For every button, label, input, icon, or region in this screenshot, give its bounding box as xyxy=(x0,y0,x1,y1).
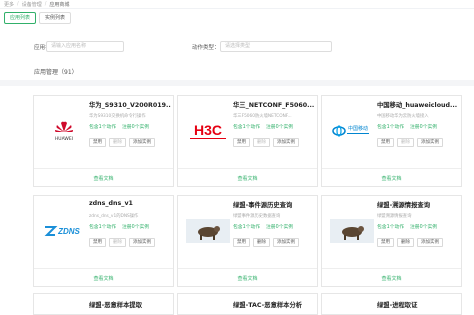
card-title: 华三_NETCONF_F5060... xyxy=(233,102,315,109)
action-count[interactable]: 包含1个动作 xyxy=(89,223,116,230)
add-instance-button[interactable]: 添加实例 xyxy=(129,238,155,247)
view-doc-link[interactable]: 查看文档 xyxy=(178,175,317,182)
app-card[interactable]: 中国移动 中国移动_huaweicloud... 中国移动华为云防火墙接入 包含… xyxy=(321,95,462,187)
disable-button[interactable]: 禁用 xyxy=(233,238,250,247)
add-instance-button[interactable]: 添加实例 xyxy=(417,238,443,247)
zdns-logo: ZDNS xyxy=(42,219,86,243)
card-divider xyxy=(34,168,173,169)
app-card[interactable]: ZDNS zdns_dns_v1 zdns_dns_v1的DNS操作 包含1个动… xyxy=(33,195,174,287)
action-count[interactable]: 包含1个动作 xyxy=(233,123,260,130)
zdns-logo-text: ZDNS xyxy=(57,227,80,236)
breadcrumb-item-device[interactable]: 设备管理 xyxy=(22,1,42,8)
action-count[interactable]: 包含1个动作 xyxy=(233,223,260,230)
card-title: 中国移动_huaweicloud... xyxy=(377,102,458,109)
china-mobile-logo: 中国移动 xyxy=(330,119,374,143)
action-count[interactable]: 包含1个动作 xyxy=(89,123,116,130)
delete-button[interactable]: 删除 xyxy=(397,138,414,147)
view-doc-link[interactable]: 查看文档 xyxy=(34,175,173,182)
delete-button[interactable]: 删除 xyxy=(253,138,270,147)
action-type-label: 动作类型： xyxy=(192,45,220,51)
tab-app-list[interactable]: 应用列表 xyxy=(4,12,37,24)
tab-instance-list[interactable]: 实例列表 xyxy=(39,12,72,24)
huawei-logo: HUAWEI xyxy=(42,119,86,143)
section-title: 应用管理（91） xyxy=(34,69,78,76)
instance-count[interactable]: 注册0个实例 xyxy=(410,223,437,230)
tab-bar: 应用列表 实例列表 xyxy=(4,12,72,24)
h3c-logo-text: H3C xyxy=(194,122,222,138)
delete-button[interactable]: 删除 xyxy=(109,238,126,247)
action-count[interactable]: 包含1个动作 xyxy=(377,223,404,230)
instance-count[interactable]: 注册0个实例 xyxy=(410,123,437,130)
card-divider xyxy=(178,268,317,269)
app-card[interactable]: 绿盟-TAC-恶意样本分析 xyxy=(177,293,318,315)
view-doc-link[interactable]: 查看文档 xyxy=(322,275,461,282)
card-desc: 中国移动华为云防火墙接入 xyxy=(377,114,429,119)
view-doc-link[interactable]: 查看文档 xyxy=(178,275,317,282)
breadcrumb-separator: / xyxy=(44,1,47,7)
delete-button[interactable]: 删除 xyxy=(397,238,414,247)
app-card[interactable]: 绿盟-进程取证 xyxy=(321,293,462,315)
view-doc-link[interactable]: 查看文档 xyxy=(34,275,173,282)
disable-button[interactable]: 禁用 xyxy=(89,138,106,147)
card-divider xyxy=(322,268,461,269)
card-title: 绿盟-恶意样本提取 xyxy=(89,302,142,309)
instance-count[interactable]: 注册0个实例 xyxy=(122,223,149,230)
disable-button[interactable]: 禁用 xyxy=(89,238,106,247)
card-divider xyxy=(34,268,173,269)
breadcrumb-separator: / xyxy=(17,1,19,7)
app-name-input[interactable]: 请输入应用名称 xyxy=(46,41,124,52)
app-card[interactable]: 绿盟-恶意样本提取 xyxy=(33,293,174,315)
nsfocus-logo xyxy=(186,219,230,243)
delete-button[interactable]: 删除 xyxy=(253,238,270,247)
breadcrumb: 更多 / 设备管理 / 应用商城 xyxy=(0,0,474,8)
section-divider xyxy=(0,80,474,86)
add-instance-button[interactable]: 添加实例 xyxy=(273,238,299,247)
card-desc: 绿盟事件源历史数据查询 xyxy=(233,214,281,219)
disable-button[interactable]: 禁用 xyxy=(377,138,394,147)
instance-count[interactable]: 注册0个实例 xyxy=(266,223,293,230)
nsfocus-logo xyxy=(330,219,374,243)
add-instance-button[interactable]: 添加实例 xyxy=(417,138,443,147)
action-type-select[interactable]: 请选择类型 xyxy=(220,41,332,52)
add-instance-button[interactable]: 添加实例 xyxy=(273,138,299,147)
card-title: 绿盟-进程取证 xyxy=(377,302,418,309)
view-doc-link[interactable]: 查看文档 xyxy=(322,175,461,182)
app-card[interactable]: 绿盟-事件源历史查询 绿盟事件源历史数据查询 包含1个动作 注册0个实例 禁用 删… xyxy=(177,195,318,287)
card-desc: 华三F5060防火墙NETCONF... xyxy=(233,114,292,119)
china-mobile-logo-text: 中国移动 xyxy=(348,125,368,132)
card-title: 绿盟-事件源历史查询 xyxy=(233,202,293,209)
card-title: 绿盟-溯源情报查询 xyxy=(377,202,430,209)
app-card[interactable]: 绿盟-溯源情报查询 绿盟溯源情报查询 包含1个动作 注册0个实例 禁用 删除 添加… xyxy=(321,195,462,287)
card-title: 华为_S9310_V200R019... xyxy=(89,102,171,109)
card-desc: 绿盟溯源情报查询 xyxy=(377,214,412,219)
disable-button[interactable]: 禁用 xyxy=(233,138,250,147)
instance-count[interactable]: 注册0个实例 xyxy=(266,123,293,130)
action-count[interactable]: 包含1个动作 xyxy=(377,123,404,130)
app-card[interactable]: H3C 华三_NETCONF_F5060... 华三F5060防火墙NETCON… xyxy=(177,95,318,187)
breadcrumb-item-more[interactable]: 更多 xyxy=(4,1,14,8)
app-card[interactable]: HUAWEI 华为_S9310_V200R019... 华为S9310交换机命令… xyxy=(33,95,174,187)
instance-count[interactable]: 注册0个实例 xyxy=(122,123,149,130)
card-desc: 华为S9310交换机命令行操作 xyxy=(89,114,146,119)
add-instance-button[interactable]: 添加实例 xyxy=(129,138,155,147)
card-divider xyxy=(178,168,317,169)
h3c-logo: H3C xyxy=(186,119,230,143)
delete-button[interactable]: 删除 xyxy=(109,138,126,147)
card-divider xyxy=(322,168,461,169)
huawei-logo-text: HUAWEI xyxy=(55,136,73,142)
breadcrumb-item-current: 应用商城 xyxy=(49,1,70,8)
card-desc: zdns_dns_v1的DNS操作 xyxy=(89,214,139,219)
card-title: zdns_dns_v1 xyxy=(89,200,133,207)
disable-button[interactable]: 禁用 xyxy=(377,238,394,247)
card-title: 绿盟-TAC-恶意样本分析 xyxy=(233,302,303,309)
